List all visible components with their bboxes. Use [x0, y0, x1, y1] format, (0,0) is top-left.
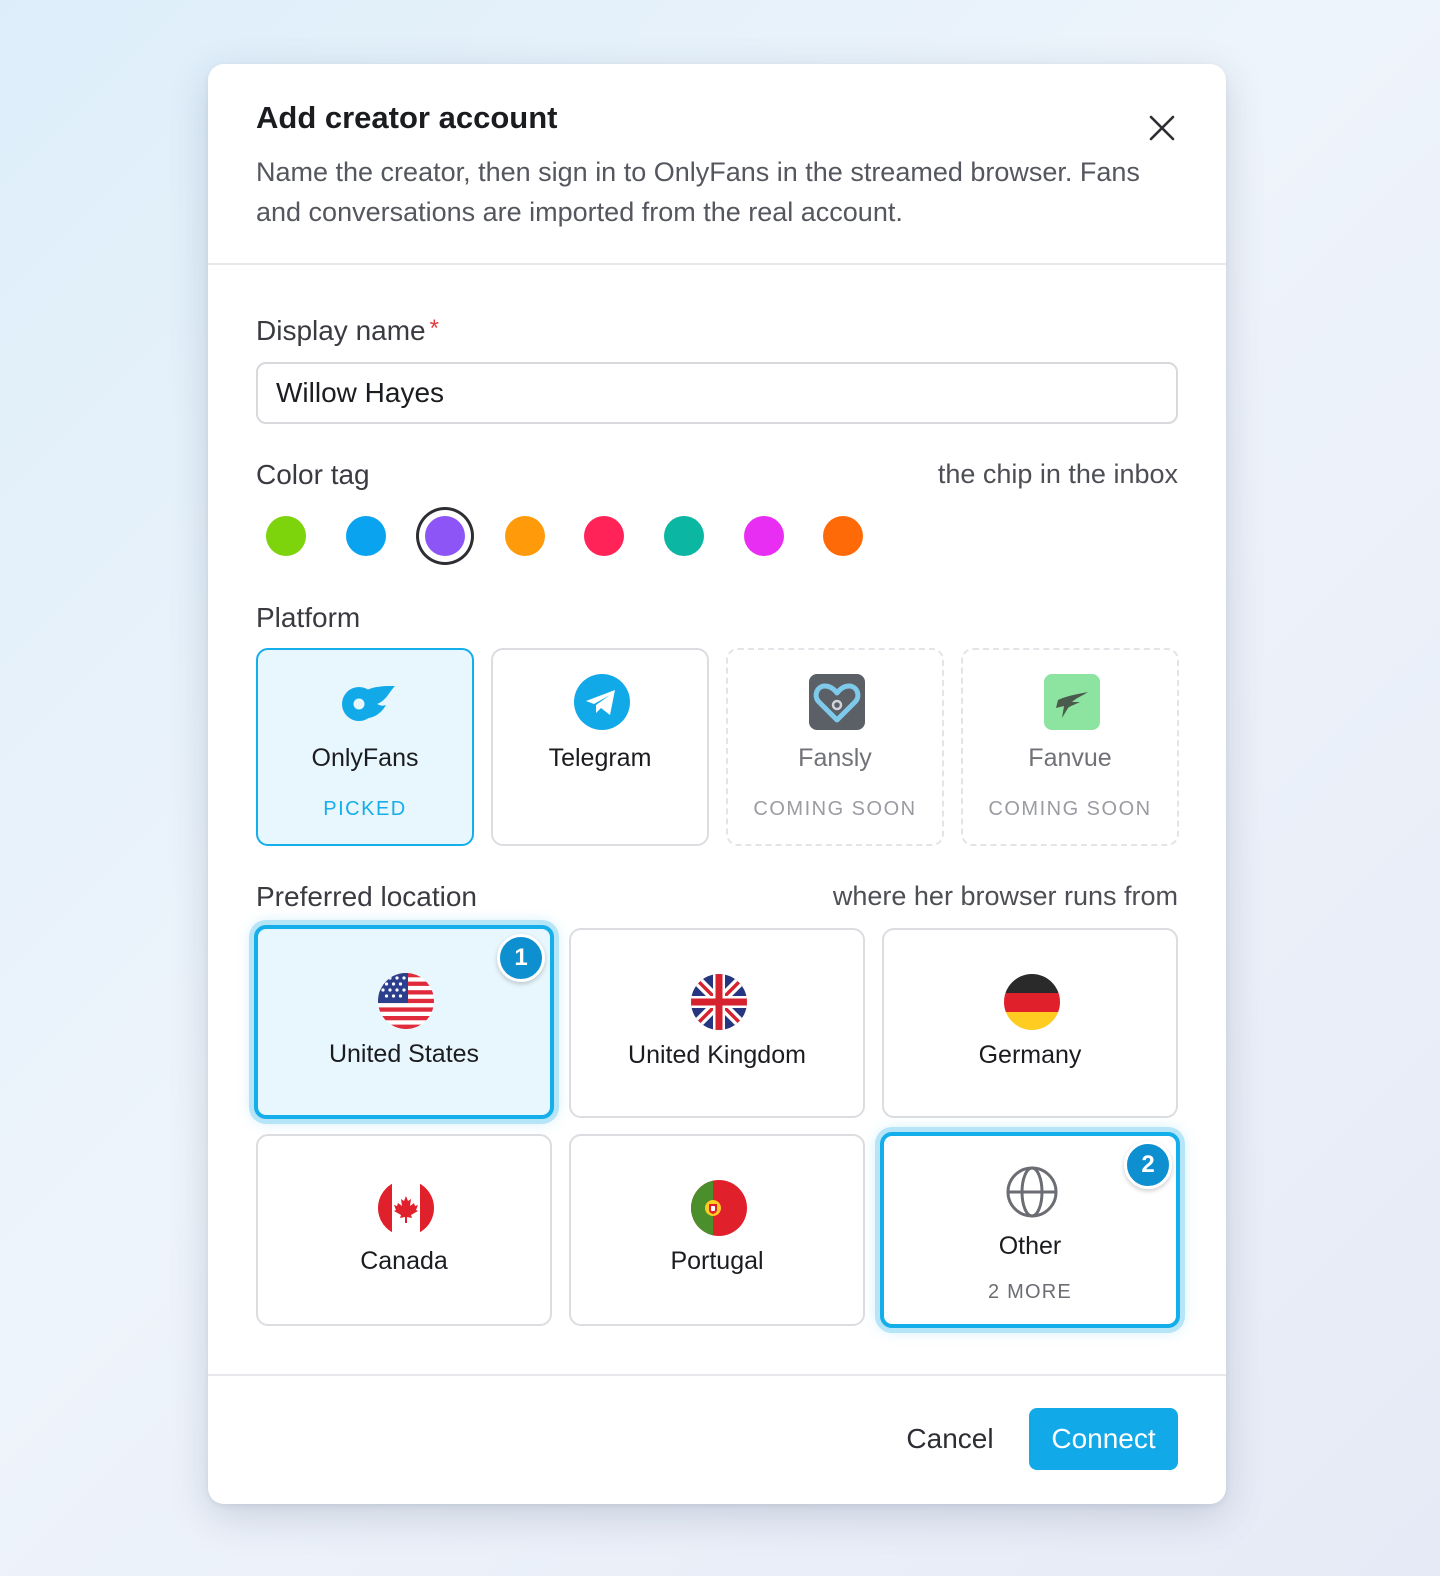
location-option-germany[interactable]: Germany [882, 928, 1178, 1118]
connect-button[interactable]: Connect [1029, 1408, 1178, 1470]
location-label: Preferred location [256, 881, 478, 912]
location-hint: where her browser runs from [832, 881, 1178, 911]
location-option-united-kingdom[interactable]: United Kingdom [569, 928, 865, 1118]
dialog-subtitle: Name the creator, then sign in to OnlyFa… [256, 157, 1140, 227]
dialog-header: Add creator account Name the creator, th… [208, 64, 1226, 265]
us-flag-icon [378, 973, 434, 1029]
location-name: Portugal [670, 1247, 764, 1275]
selection-order-badge: 2 [1124, 1141, 1172, 1189]
color-swatch[interactable] [743, 516, 784, 556]
fanvue-logo-icon [1044, 674, 1100, 730]
location-name: Germany [978, 1041, 1082, 1069]
color-tag-hint: the chip in the inbox [937, 459, 1178, 489]
globe-icon [1006, 1166, 1058, 1218]
platform-status: COMING SOON [988, 798, 1152, 820]
location-name: Other [998, 1232, 1062, 1260]
selection-order-badge: 1 [497, 934, 545, 982]
close-icon [1149, 115, 1175, 141]
platform-status: COMING SOON [753, 798, 917, 820]
platform-option-telegram[interactable]: Telegram [491, 648, 709, 846]
telegram-logo-icon [574, 674, 630, 730]
display-name-input[interactable] [256, 362, 1178, 424]
platform-label: Platform [256, 602, 361, 633]
required-mark: * [429, 315, 439, 342]
platform-status: PICKED [323, 798, 407, 820]
platform-name: Telegram [548, 744, 652, 772]
location-option-canada[interactable]: Canada [256, 1134, 552, 1326]
close-button[interactable] [1146, 112, 1178, 144]
color-swatch[interactable] [664, 516, 704, 556]
uk-flag-icon [691, 974, 747, 1030]
platform-option-onlyfans[interactable]: OnlyFans PICKED [256, 648, 474, 846]
location-name: United Kingdom [628, 1041, 806, 1069]
platform-option-fanvue: Fanvue COMING SOON [961, 648, 1179, 846]
color-tag-label: Color tag [256, 459, 370, 490]
color-swatch[interactable] [345, 516, 386, 556]
location-name: United States [328, 1040, 480, 1068]
portugal-flag-icon [691, 1180, 747, 1236]
color-swatch[interactable] [823, 516, 864, 556]
display-name-label-text: Display name [256, 315, 426, 346]
display-name-label: Display name * [256, 315, 439, 347]
fansly-logo-icon [809, 674, 865, 730]
onlyfans-logo-icon [342, 686, 395, 721]
color-swatch[interactable] [584, 516, 625, 556]
location-option-portugal[interactable]: Portugal [569, 1134, 865, 1326]
platform-name: Fansly [798, 744, 872, 772]
location-name: Canada [360, 1247, 448, 1275]
platform-name: OnlyFans [311, 744, 419, 772]
color-swatch[interactable] [504, 516, 545, 556]
more-locations-count: 2 MORE [988, 1281, 1072, 1303]
cancel-button[interactable]: Cancel [888, 1408, 1012, 1470]
germany-flag-icon [1004, 974, 1060, 1030]
platform-option-fansly: Fansly COMING SOON [726, 648, 944, 846]
add-creator-dialog: Add creator account Name the creator, th… [208, 64, 1226, 1504]
platform-name: Fanvue [1028, 744, 1112, 772]
color-swatch[interactable] [425, 516, 466, 556]
color-swatch[interactable] [266, 516, 306, 556]
dialog-title: Add creator account [256, 100, 558, 135]
dialog-footer: Cancel Connect [208, 1374, 1226, 1504]
canada-flag-icon [378, 1180, 434, 1236]
